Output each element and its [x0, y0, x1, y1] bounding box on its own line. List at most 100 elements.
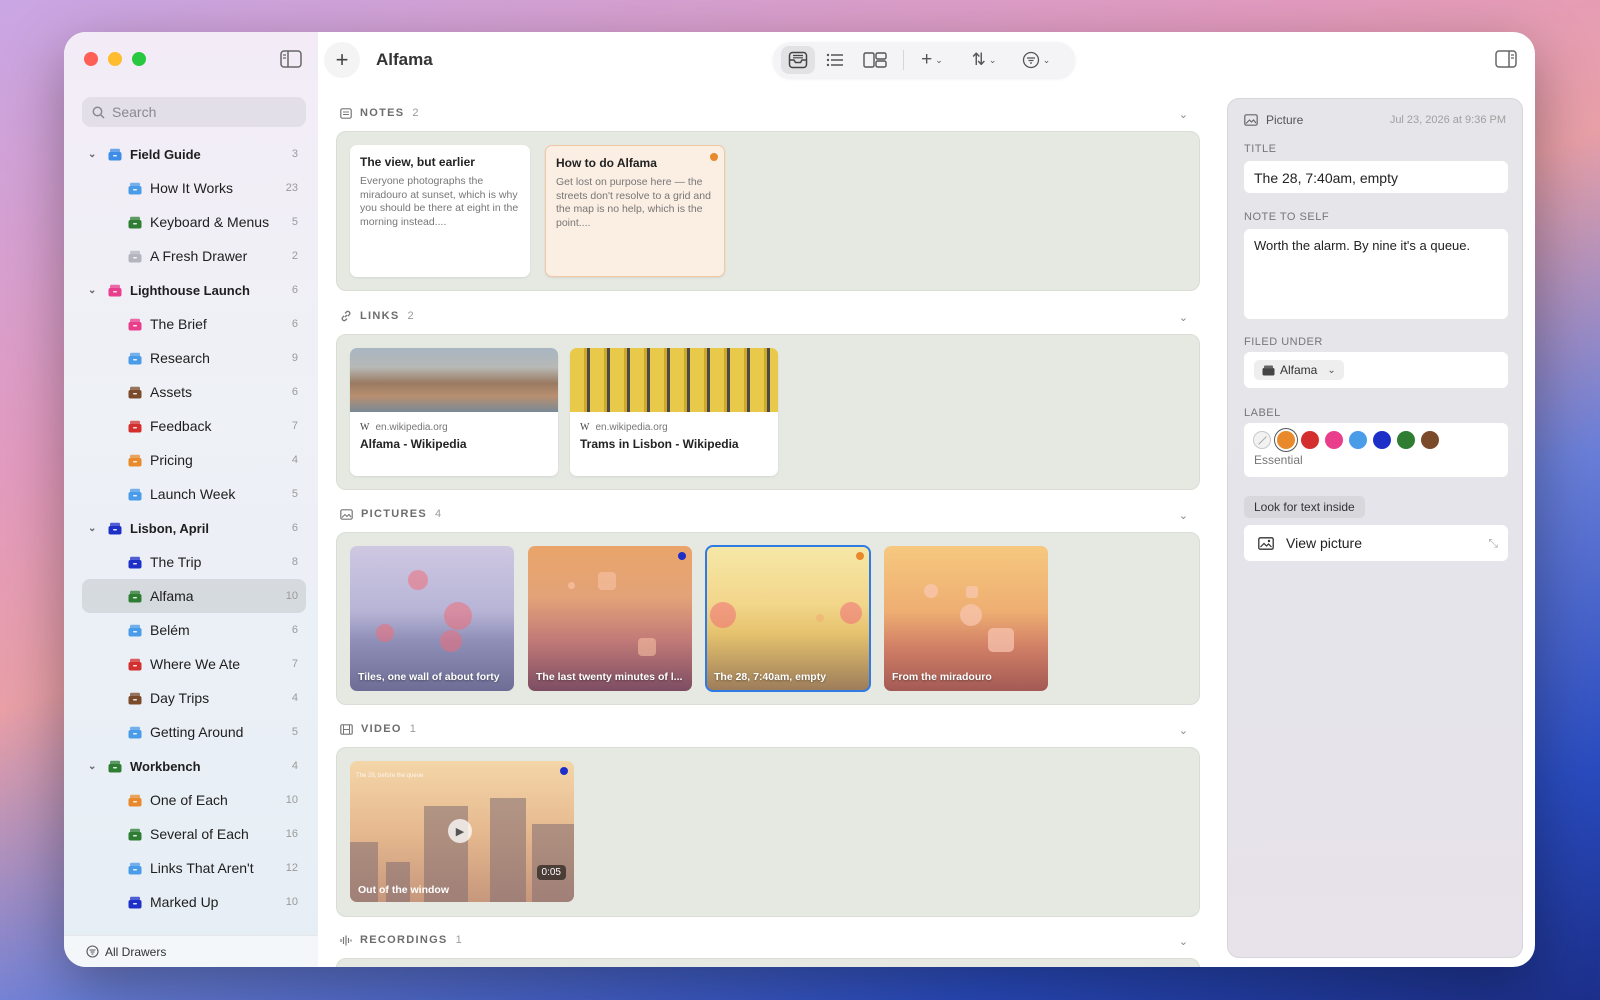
- minimize-window-button[interactable]: [108, 52, 122, 66]
- item-count: 5: [291, 488, 298, 500]
- new-item-button[interactable]: +: [324, 42, 360, 78]
- picture-card[interactable]: Tiles, one wall of about forty: [350, 546, 514, 691]
- notes-section-header[interactable]: NOTES 2: [340, 107, 419, 119]
- item-date: Jul 23, 2026 at 9:36 PM: [1389, 114, 1506, 126]
- drawer-icon: [128, 794, 142, 806]
- play-icon[interactable]: ▶: [448, 819, 472, 843]
- sidebar-item-selected[interactable]: Alfama 10: [82, 579, 306, 613]
- sidebar-item[interactable]: Getting Around 5: [82, 715, 306, 749]
- sidebar-item[interactable]: Feedback 7: [82, 409, 306, 443]
- drawer-group-label: Lighthouse Launch: [130, 282, 250, 298]
- sidebar-item[interactable]: Pricing 4: [82, 443, 306, 477]
- video-card[interactable]: The 28, before the queue ▶ 0:05 Out of t…: [350, 761, 574, 902]
- label-color-swatch[interactable]: [1301, 431, 1319, 449]
- picture-card[interactable]: From the miradouro: [884, 546, 1048, 691]
- sort-menu-button[interactable]: ⇅ ⌄: [962, 46, 1006, 74]
- note-field[interactable]: Worth the alarm. By nine it's a queue.: [1244, 229, 1508, 319]
- chevron-down-icon[interactable]: ⌄: [1179, 724, 1188, 737]
- sidebar-item[interactable]: One of Each 10: [82, 783, 306, 817]
- sidebar-item-label: A Fresh Drawer: [150, 248, 248, 264]
- title-field[interactable]: The 28, 7:40am, empty: [1244, 161, 1508, 193]
- toolbar-divider: [903, 50, 904, 70]
- sidebar-item[interactable]: Day Trips 4: [82, 681, 306, 715]
- note-card[interactable]: The view, but earlier Everyone photograp…: [350, 145, 530, 277]
- all-drawers-button[interactable]: All Drawers: [64, 935, 318, 967]
- picture-decoration: [988, 628, 1014, 652]
- chevron-down-icon[interactable]: ⌄: [88, 761, 100, 772]
- drawer-picker[interactable]: Alfama ⌄: [1254, 360, 1344, 380]
- sidebar-item[interactable]: Several of Each 16: [82, 817, 306, 851]
- waveform-icon: [340, 935, 352, 945]
- toolbar: + Alfama + ⌄ ⇅ ⌄ ⌄: [318, 32, 1535, 88]
- no-label-swatch[interactable]: [1253, 431, 1271, 449]
- inspector-toggle-icon[interactable]: [1495, 50, 1517, 68]
- chevron-down-icon[interactable]: ⌄: [1179, 935, 1188, 948]
- chevron-down-icon[interactable]: ⌄: [1179, 108, 1188, 121]
- sidebar-item[interactable]: Marked Up 10: [82, 885, 306, 919]
- search-input[interactable]: Search: [82, 97, 306, 127]
- note-excerpt: Get lost on purpose here — the streets d…: [556, 176, 711, 229]
- note-card[interactable]: How to do Alfama Get lost on purpose her…: [545, 145, 725, 277]
- sidebar-item[interactable]: Links That Aren't 12: [82, 851, 306, 885]
- picture-card-selected[interactable]: The 28, 7:40am, empty: [705, 545, 871, 692]
- inspector-header: Picture Jul 23, 2026 at 9:36 PM: [1244, 113, 1506, 127]
- view-picture-button[interactable]: View picture ⤡: [1244, 525, 1508, 561]
- chevron-down-icon[interactable]: ⌄: [88, 285, 100, 296]
- label-color-swatch[interactable]: [1349, 431, 1367, 449]
- pictures-section-header[interactable]: PICTURES 4: [340, 508, 441, 520]
- chevron-down-icon: ⌄: [1042, 54, 1051, 65]
- chevron-down-icon[interactable]: ⌄: [88, 523, 100, 534]
- grouped-view-button[interactable]: [781, 46, 815, 74]
- chevron-down-icon[interactable]: ⌄: [1179, 509, 1188, 522]
- list-view-button[interactable]: [815, 46, 855, 74]
- item-count: 7: [291, 420, 298, 432]
- gallery-icon: [863, 52, 887, 68]
- video-section-header[interactable]: VIDEO 1: [340, 723, 416, 735]
- sidebar-item[interactable]: The Trip 8: [82, 545, 306, 579]
- gallery-view-button[interactable]: [855, 46, 895, 74]
- sidebar-item[interactable]: Keyboard & Menus 5: [82, 205, 306, 239]
- label-color-swatch[interactable]: [1421, 431, 1439, 449]
- drawer-group[interactable]: ⌄ Lighthouse Launch 6: [82, 273, 306, 307]
- picture-decoration: [444, 602, 472, 630]
- picture-decoration: [440, 630, 462, 652]
- link-preview-image: [350, 348, 558, 412]
- note-value: Worth the alarm. By nine it's a queue.: [1254, 238, 1471, 253]
- sidebar-item-label: Marked Up: [150, 894, 219, 910]
- sidebar-item[interactable]: A Fresh Drawer 2: [82, 239, 306, 273]
- recordings-section-header[interactable]: RECORDINGS 1: [340, 934, 462, 946]
- close-window-button[interactable]: [84, 52, 98, 66]
- label-color-swatch[interactable]: [1373, 431, 1391, 449]
- sidebar-item-label: Day Trips: [150, 690, 210, 706]
- links-section-header[interactable]: LINKS 2: [340, 310, 414, 322]
- sidebar-item[interactable]: Belém 6: [82, 613, 306, 647]
- sidebar-item[interactable]: Assets 6: [82, 375, 306, 409]
- sidebar-toggle-icon[interactable]: [280, 50, 302, 68]
- chevron-down-icon[interactable]: ⌄: [1179, 311, 1188, 324]
- drawer-group[interactable]: ⌄ Workbench 4: [82, 749, 306, 783]
- link-card[interactable]: Wen.wikipedia.org Alfama - Wikipedia: [350, 348, 558, 476]
- drawer-name: Alfama: [1280, 363, 1318, 377]
- label-color-swatch[interactable]: [1277, 431, 1295, 449]
- filter-menu-button[interactable]: ⌄: [1016, 46, 1056, 74]
- look-for-text-button[interactable]: Look for text inside: [1244, 496, 1365, 518]
- list-icon: [826, 53, 843, 67]
- sidebar-item[interactable]: Launch Week 5: [82, 477, 306, 511]
- picture-card[interactable]: The last twenty minutes of l...: [528, 546, 692, 691]
- link-card[interactable]: Wen.wikipedia.org Trams in Lisbon - Wiki…: [570, 348, 778, 476]
- label-color-swatch[interactable]: [1397, 431, 1415, 449]
- drawer-group[interactable]: ⌄ Lisbon, April 6: [82, 511, 306, 545]
- add-menu-button[interactable]: + ⌄: [912, 46, 952, 74]
- drawer-icon: [128, 420, 142, 432]
- chevron-down-icon[interactable]: ⌄: [88, 149, 100, 160]
- sidebar-item[interactable]: Where We Ate 7: [82, 647, 306, 681]
- drawer-group[interactable]: ⌄ Field Guide 3: [82, 137, 306, 171]
- sidebar-item[interactable]: Research 9: [82, 341, 306, 375]
- filter-circle-icon: [86, 945, 99, 958]
- drawer-icon: [128, 624, 142, 636]
- recordings-shelf: [336, 958, 1200, 967]
- label-color-swatch[interactable]: [1325, 431, 1343, 449]
- sidebar-item[interactable]: How It Works 23: [82, 171, 306, 205]
- sidebar-item[interactable]: The Brief 6: [82, 307, 306, 341]
- zoom-window-button[interactable]: [132, 52, 146, 66]
